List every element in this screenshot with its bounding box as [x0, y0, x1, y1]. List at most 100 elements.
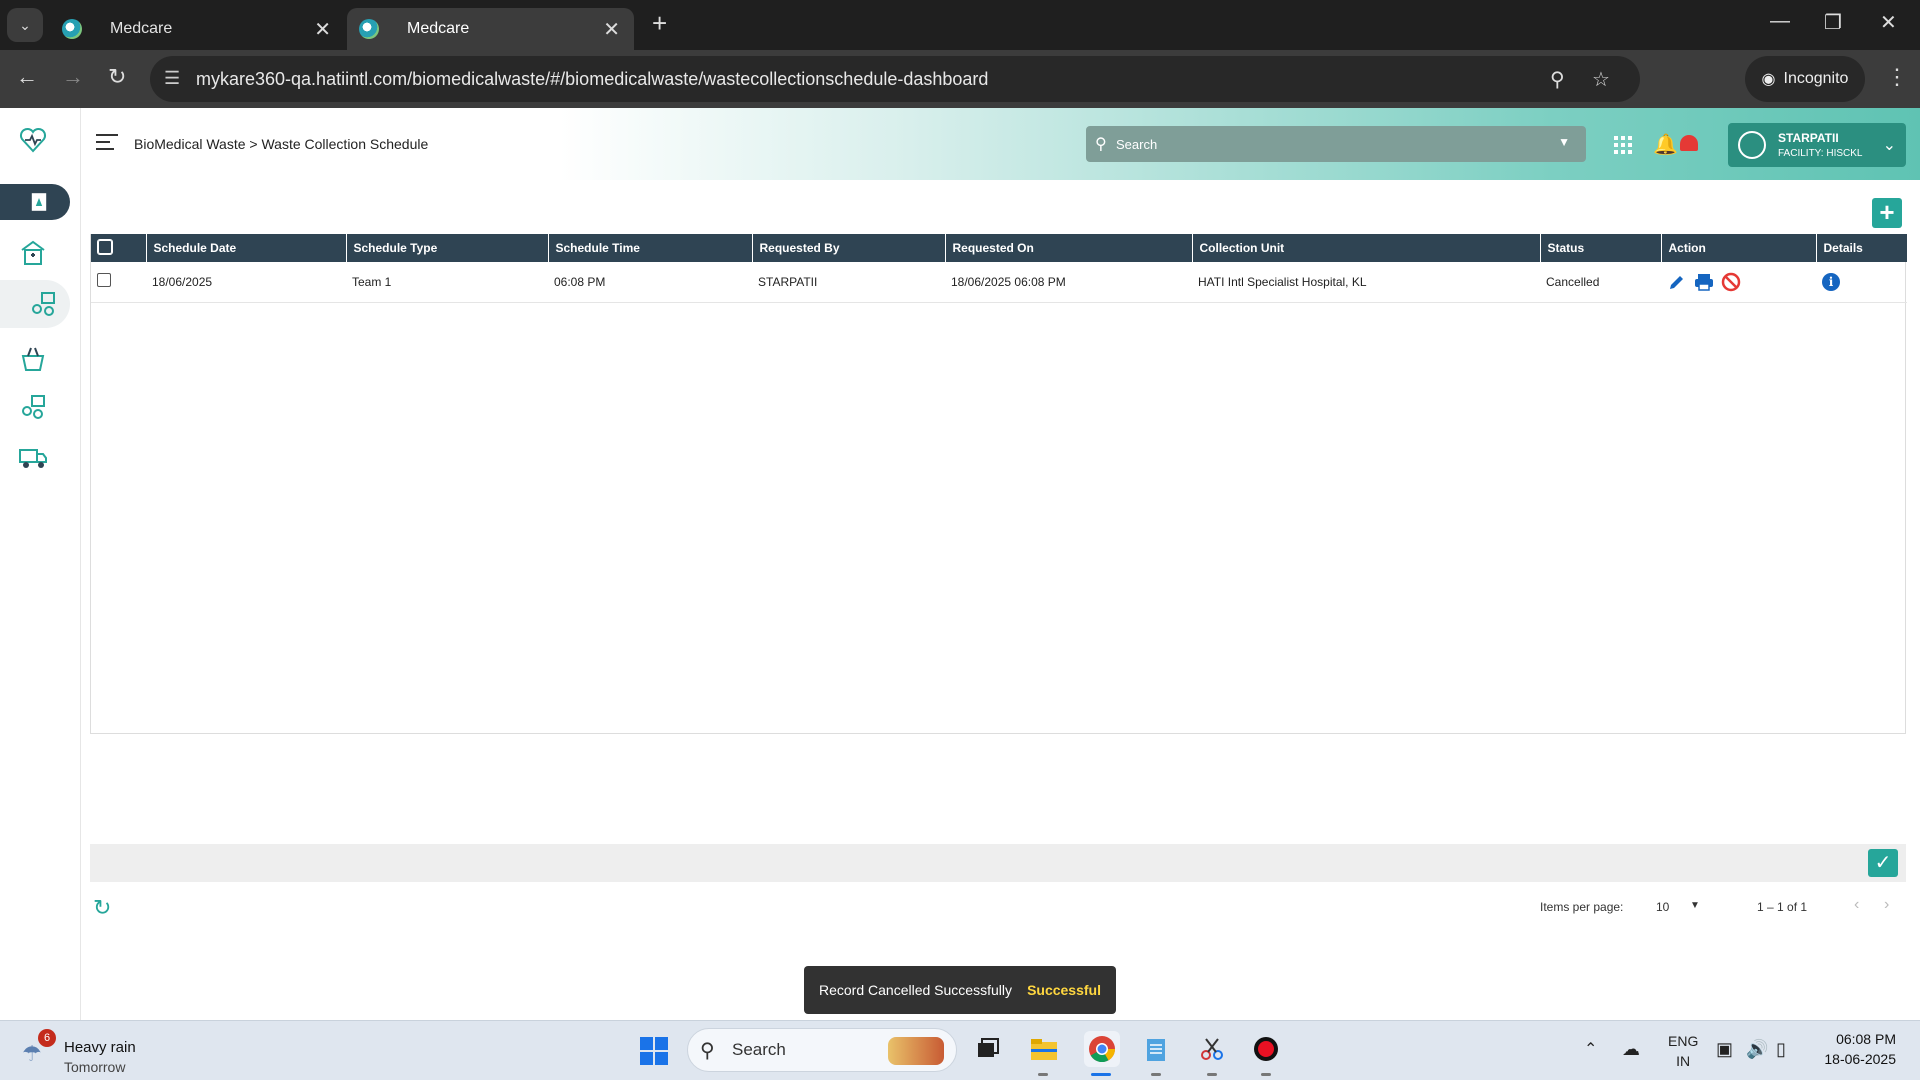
close-tab-icon[interactable]: ✕: [314, 17, 331, 42]
page-range: 1 – 1 of 1: [1757, 900, 1808, 914]
notification-bell-icon[interactable]: 🔔: [1653, 132, 1678, 157]
apps-grid-icon[interactable]: [1614, 136, 1632, 154]
column-header[interactable]: Status: [1539, 234, 1661, 262]
task-view-icon[interactable]: [972, 1033, 1004, 1065]
column-header[interactable]: Requested By: [751, 234, 945, 262]
forward-icon[interactable]: →: [62, 64, 84, 90]
global-search-input[interactable]: ⚲ Search ▼: [1086, 126, 1586, 162]
column-header: Details: [1815, 234, 1907, 262]
language-region: IN: [1676, 1053, 1691, 1069]
user-name: STARPATII: [1778, 131, 1839, 145]
reload-icon[interactable]: ↻: [108, 64, 126, 90]
column-header[interactable]: Collection Unit: [1191, 234, 1540, 262]
column-header[interactable]: Requested On: [944, 234, 1192, 262]
taskbar-search[interactable]: ⚲ Search: [687, 1028, 957, 1072]
browser-tab-1[interactable]: Medcare ✕: [50, 8, 345, 50]
volume-icon[interactable]: 🔊: [1746, 1039, 1768, 1060]
menu-icon[interactable]: [96, 134, 118, 150]
sidebar-item-waste-bag[interactable]: [0, 184, 70, 220]
incognito-label: Incognito: [1783, 70, 1849, 87]
language-indicator[interactable]: ENG IN: [1668, 1031, 1698, 1071]
search-icon: ⚲: [1095, 136, 1107, 153]
app-root: BioMedical Waste > Waste Collection Sche…: [0, 108, 1920, 1020]
items-per-page-label: Items per page:: [1540, 900, 1624, 914]
site-info-icon[interactable]: ☰: [164, 68, 180, 89]
cancel-record-icon[interactable]: [1721, 272, 1741, 292]
user-menu[interactable]: STARPATII FACILITY: HISCKL ⌄: [1728, 123, 1906, 167]
weather-widget[interactable]: ☂ 6 Heavy rain Tomorrow: [22, 1029, 152, 1075]
confirm-check-button[interactable]: ✓: [1868, 849, 1898, 877]
network-icon[interactable]: ▣: [1716, 1039, 1733, 1060]
battery-icon[interactable]: ▯: [1776, 1039, 1786, 1060]
running-indicator: [1261, 1073, 1271, 1076]
search-icon: ⚲: [700, 1040, 715, 1062]
row-select-cell: [91, 262, 146, 303]
sidebar-item-collection-team[interactable]: [16, 390, 50, 424]
avatar: [1738, 131, 1766, 159]
cell-requested-on: 18/06/2025 06:08 PM: [945, 262, 1192, 303]
chrome-icon[interactable]: [1084, 1031, 1120, 1067]
column-header[interactable]: Schedule Type: [345, 234, 548, 262]
column-header[interactable]: Schedule Time: [547, 234, 752, 262]
search-dropdown-icon[interactable]: ▼: [1558, 135, 1570, 149]
select-all-cell: [91, 234, 146, 262]
clock-date: 18-06-2025: [1824, 1051, 1896, 1067]
next-page-icon[interactable]: ›: [1884, 896, 1889, 914]
edit-pencil-icon[interactable]: [1667, 272, 1687, 292]
chevron-down-icon: ▼: [1690, 900, 1700, 911]
notepad-icon[interactable]: [1140, 1033, 1172, 1065]
print-icon[interactable]: [1693, 272, 1715, 292]
minimize-icon[interactable]: —: [1770, 10, 1790, 33]
browser-tab-2[interactable]: Medcare ✕: [347, 8, 634, 50]
url-bar[interactable]: ☰ mykare360-qa.hatiintl.com/biomedicalwa…: [150, 56, 1640, 102]
screen-recorder-icon[interactable]: [1250, 1033, 1282, 1065]
weather-title: Heavy rain: [64, 1039, 136, 1056]
column-header: Action: [1660, 234, 1816, 262]
zoom-icon[interactable]: ⚲: [1550, 67, 1565, 92]
file-explorer-icon[interactable]: [1028, 1033, 1060, 1065]
items-per-page-select[interactable]: 10 ▼: [1656, 900, 1736, 914]
medcare-favicon-icon: [62, 19, 82, 39]
snackbar-action-button[interactable]: Successful: [1027, 982, 1101, 998]
sidebar-item-waste-basket[interactable]: [16, 342, 50, 376]
browser-menu-icon[interactable]: ⋮: [1886, 64, 1908, 90]
table-row[interactable]: 18/06/2025 Team 1 06:08 PM STARPATII 18/…: [91, 262, 1907, 303]
close-tab-icon[interactable]: ✕: [603, 17, 620, 42]
sidebar-item-hospital[interactable]: [16, 236, 50, 270]
snackbar: Record Cancelled Successfully Successful: [804, 966, 1116, 1014]
restore-icon[interactable]: ❐: [1824, 10, 1842, 35]
table-header-row: Schedule Date Schedule Type Schedule Tim…: [91, 234, 1907, 262]
back-icon[interactable]: ←: [16, 64, 38, 90]
refresh-icon[interactable]: ↻: [93, 895, 111, 921]
running-indicator: [1151, 1073, 1161, 1076]
info-icon[interactable]: i: [1822, 272, 1840, 291]
add-schedule-button[interactable]: +: [1872, 198, 1902, 228]
chevron-down-icon: ⌄: [1882, 137, 1896, 154]
tab-search-dropdown[interactable]: ⌄: [7, 8, 43, 42]
sidebar-item-transport-truck[interactable]: [16, 440, 50, 474]
windows-start-icon[interactable]: [640, 1037, 668, 1065]
table-footer-bar: ✓: [90, 844, 1906, 882]
app-logo-heart-icon[interactable]: [16, 123, 50, 157]
new-tab-icon[interactable]: +: [652, 8, 667, 39]
close-window-icon[interactable]: ✕: [1880, 10, 1897, 35]
tray-overflow-chevron-icon[interactable]: ⌃: [1584, 1039, 1597, 1059]
sidebar-item-collection-schedule[interactable]: [0, 280, 70, 328]
bookmark-star-icon[interactable]: ☆: [1592, 67, 1610, 92]
column-header[interactable]: Schedule Date: [145, 234, 346, 262]
onedrive-offline-icon[interactable]: ☁: [1622, 1039, 1640, 1060]
weather-subtitle: Tomorrow: [64, 1059, 126, 1075]
medcare-favicon-icon: [359, 19, 379, 39]
previous-page-icon[interactable]: ‹: [1854, 896, 1859, 914]
clock-time: 06:08 PM: [1836, 1031, 1896, 1047]
cell-status: Cancelled: [1540, 262, 1661, 303]
row-checkbox[interactable]: [97, 273, 111, 288]
search-highlight-image: [888, 1037, 944, 1065]
items-per-page-value: 10: [1656, 900, 1670, 914]
system-clock[interactable]: 06:08 PM 18-06-2025: [1812, 1029, 1896, 1069]
active-indicator: [1091, 1073, 1111, 1076]
select-all-checkbox[interactable]: [97, 238, 113, 255]
incognito-indicator[interactable]: ◉ Incognito: [1745, 56, 1865, 102]
emergency-alarm-icon[interactable]: [1680, 135, 1698, 151]
snipping-tool-icon[interactable]: [1196, 1033, 1228, 1065]
